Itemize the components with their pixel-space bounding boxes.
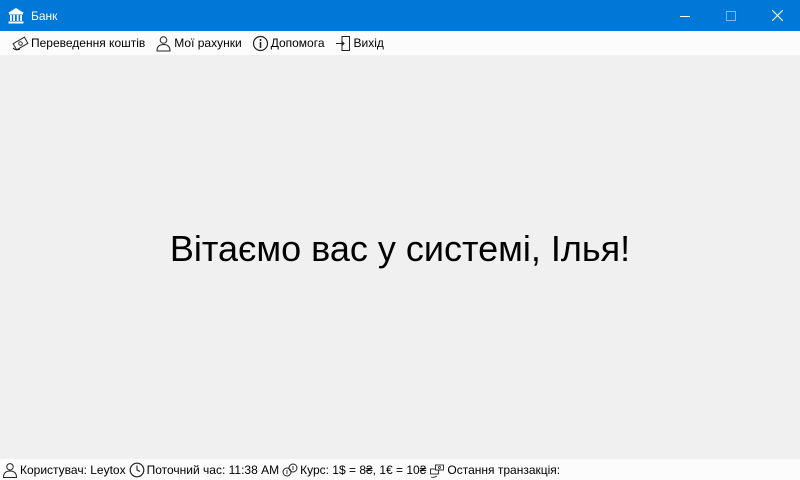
minimize-icon	[680, 11, 690, 21]
maximize-icon	[726, 10, 736, 21]
title-bar[interactable]: Банк	[0, 0, 800, 31]
welcome-message: Вітаємо вас у системі, Ілья!	[169, 228, 631, 269]
main-content: Вітаємо вас у системі, Ілья!	[0, 55, 800, 459]
menu-item-label: Вихід	[353, 36, 384, 50]
status-last-transaction-text: Остання транзакція:	[447, 462, 561, 477]
clock-icon	[129, 462, 145, 478]
close-icon	[771, 10, 783, 21]
money-transfer-icon	[12, 35, 29, 52]
menu-bar: Переведення коштів Мої рахунки Допомога	[0, 31, 800, 55]
window-title: Банк	[31, 8, 58, 23]
info-icon	[252, 35, 269, 52]
status-user: Користувач: Leytox	[2, 462, 126, 478]
exit-door-icon	[335, 35, 352, 52]
exchange-rate-icon	[282, 462, 298, 478]
status-time-text: Поточний час: 11:38 AM	[146, 462, 280, 477]
menu-item-label: Мої рахунки	[174, 36, 242, 50]
menu-item-transfer[interactable]: Переведення коштів	[9, 32, 148, 54]
menu-item-help[interactable]: Допомога	[249, 32, 328, 54]
status-rate-text: Курс: 1$ = 8₴, 1€ = 10₴	[300, 462, 427, 477]
menu-item-label: Переведення коштів	[31, 36, 146, 50]
minimize-button[interactable]	[662, 0, 708, 31]
status-user-text: Користувач: Leytox	[20, 462, 126, 477]
status-time: Поточний час: 11:38 AM	[129, 462, 280, 478]
menu-item-label: Допомога	[270, 36, 325, 50]
status-rate: Курс: 1$ = 8₴, 1€ = 10₴	[282, 462, 426, 478]
maximize-button[interactable]	[708, 0, 754, 31]
bank-icon	[7, 7, 25, 25]
status-last-transaction: Остання транзакція:	[429, 462, 560, 478]
menu-item-accounts[interactable]: Мої рахунки	[152, 32, 244, 54]
user-icon	[155, 35, 172, 52]
status-bar: Користувач: Leytox Поточний час: 11:38 A…	[0, 459, 800, 480]
transaction-icon	[429, 462, 445, 478]
menu-item-exit[interactable]: Вихід	[332, 32, 387, 54]
user-icon	[2, 462, 18, 478]
close-button[interactable]	[754, 0, 800, 31]
